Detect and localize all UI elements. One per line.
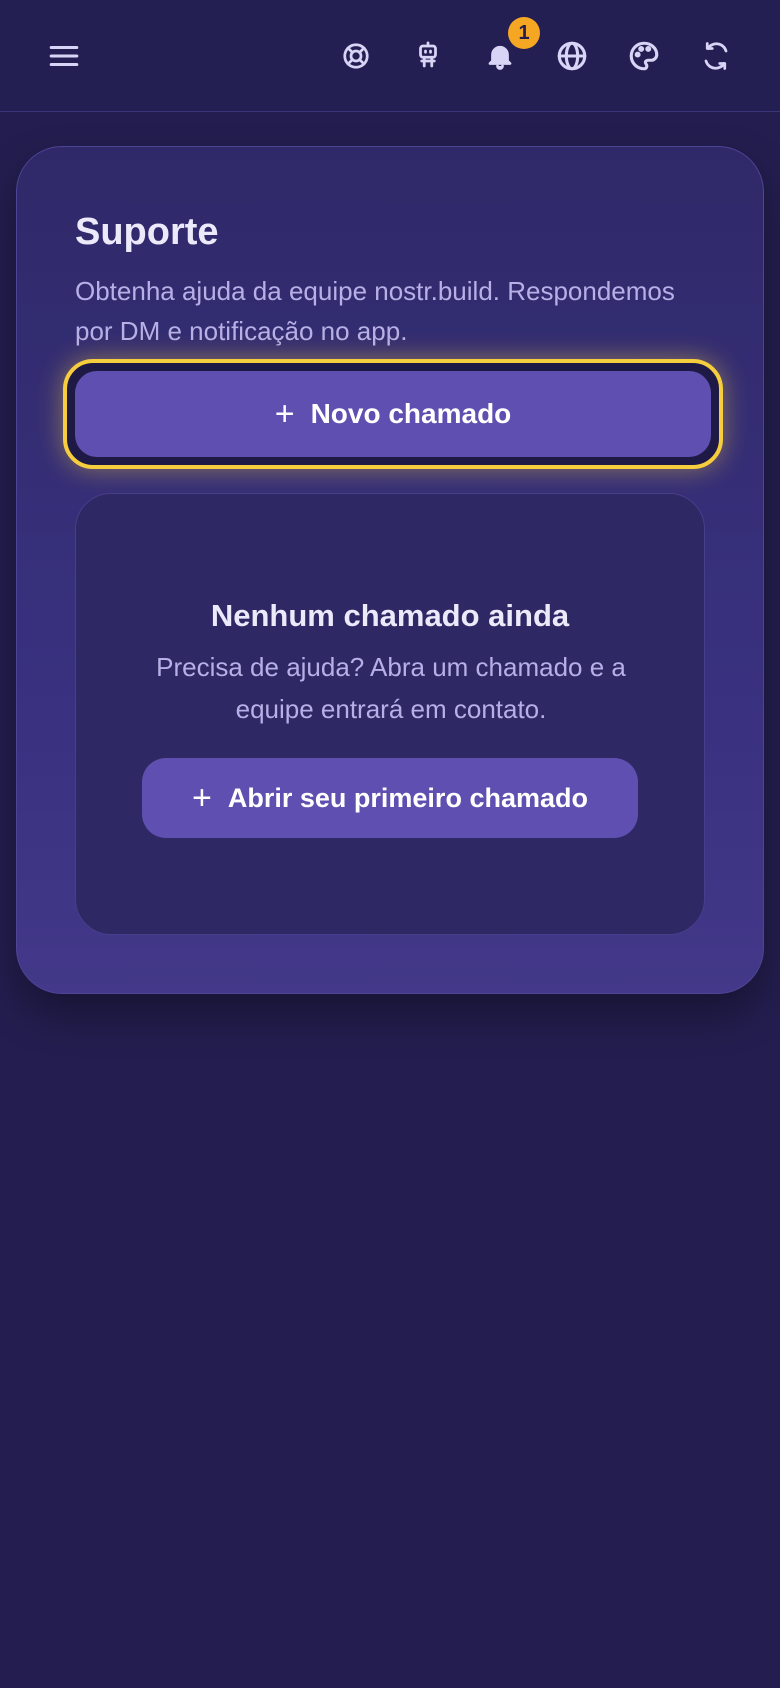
menu-icon[interactable] — [40, 32, 88, 80]
open-first-ticket-label: Abrir seu primeiro chamado — [227, 782, 588, 813]
page-title: Suporte — [75, 211, 219, 253]
support-description: Obtenha ajuda da equipe nostr.build. Res… — [75, 276, 675, 346]
robot-icon[interactable] — [404, 32, 452, 80]
notification-badge: 1 — [508, 17, 540, 49]
plus-icon: + — [192, 779, 212, 817]
empty-state-description: Precisa de ajuda? Abra um chamado e a eq… — [156, 652, 626, 724]
lifebuoy-icon[interactable] — [332, 32, 380, 80]
empty-state-title: Nenhum chamado ainda — [210, 598, 570, 633]
top-bar: 1 — [0, 0, 780, 112]
globe-icon[interactable] — [548, 32, 596, 80]
plus-icon: + — [274, 395, 295, 433]
new-ticket-focus-ring: + Novo chamado — [63, 359, 723, 469]
refresh-icon[interactable] — [692, 32, 740, 80]
palette-icon[interactable] — [620, 32, 668, 80]
new-ticket-button[interactable]: + Novo chamado — [75, 371, 711, 457]
open-first-ticket-button[interactable]: + Abrir seu primeiro chamado — [142, 758, 638, 838]
support-card: Suporte Obtenha ajuda da equipe nostr.bu… — [16, 146, 764, 994]
new-ticket-label: Novo chamado — [310, 398, 512, 429]
empty-state: Nenhum chamado ainda Precisa de ajuda? A… — [75, 493, 705, 935]
